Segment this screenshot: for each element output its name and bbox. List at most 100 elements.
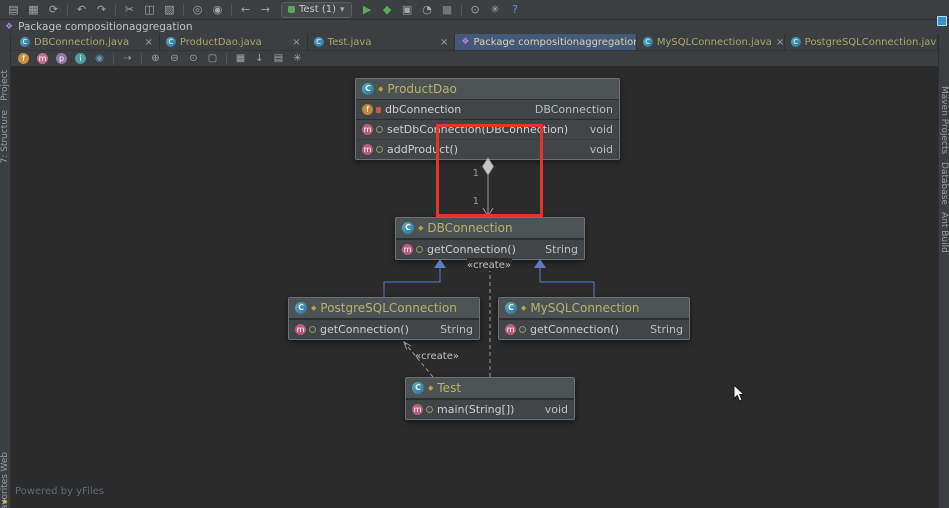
- dependencies-icon[interactable]: ⇢: [119, 53, 136, 64]
- settings-icon[interactable]: ✳: [486, 2, 505, 18]
- tab-productdao-java[interactable]: C ProductDao.java ×: [160, 34, 308, 50]
- class-header[interactable]: C ◆ PostgreSQLConnection: [289, 298, 479, 319]
- tab-mysqlconnection-java[interactable]: C MySQLConnection.java ×: [637, 34, 785, 50]
- sidebar-item-project[interactable]: Project: [0, 70, 10, 101]
- tab-label: Package compositionaggregation: [473, 36, 637, 48]
- run-icon[interactable]: ▶: [358, 2, 377, 18]
- class-header[interactable]: C ◆ ProductDao: [356, 79, 619, 100]
- actual-size-icon[interactable]: ⊙: [185, 53, 202, 64]
- uml-class-postgresqlconnection[interactable]: C ◆ PostgreSQLConnection m getConnection…: [288, 297, 480, 340]
- class-header[interactable]: C ◆ DBConnection: [396, 218, 584, 239]
- member-type: void: [589, 143, 613, 156]
- class-header[interactable]: C ◆ MySQLConnection: [499, 298, 689, 319]
- show-methods-icon[interactable]: m: [37, 53, 48, 64]
- sidebar-item-web[interactable]: Web: [0, 452, 10, 472]
- sidebar-item-maven-projects[interactable]: Maven Projects: [939, 86, 949, 154]
- show-properties-icon[interactable]: p: [56, 53, 67, 64]
- class-name: MySQLConnection: [530, 301, 640, 315]
- right-tool-window-stripe: Maven Projects Database Ant Build: [938, 34, 949, 508]
- class-file-icon: C: [790, 37, 801, 47]
- method-row[interactable]: m getConnection() String: [396, 239, 584, 259]
- uml-class-test[interactable]: C ◆ Test m main(String[]) void: [405, 377, 575, 420]
- field-row[interactable]: f dbConnection DBConnection: [356, 100, 619, 119]
- public-badge-icon: [309, 326, 316, 333]
- forward-icon[interactable]: →: [256, 2, 275, 18]
- cut-icon[interactable]: ✂: [120, 2, 139, 18]
- panel-toggle-icon[interactable]: [937, 16, 947, 26]
- member-type: String: [545, 243, 578, 256]
- stop-icon[interactable]: ■: [438, 2, 457, 18]
- tab-postgresqlconnection-java[interactable]: C PostgreSQLConnection.java ×: [785, 34, 939, 50]
- run-configuration-select[interactable]: Test (1) ▾: [281, 1, 352, 18]
- debug-icon[interactable]: ◆: [378, 2, 397, 18]
- method-row[interactable]: m getConnection() String: [499, 319, 689, 339]
- member-name: getConnection(): [320, 323, 409, 336]
- method-icon: m: [362, 124, 373, 135]
- replace-icon[interactable]: ◉: [208, 2, 227, 18]
- modifier-icon: ◆: [418, 224, 424, 232]
- sidebar-item-database[interactable]: Database: [939, 162, 949, 205]
- method-icon: m: [402, 244, 413, 255]
- member-name: getConnection(): [530, 323, 619, 336]
- undo-icon[interactable]: ↶: [72, 2, 91, 18]
- copy-icon[interactable]: ◫: [140, 2, 159, 18]
- toolbar-separator: [226, 52, 227, 65]
- editor-tab-bar: C DBConnection.java × C ProductDao.java …: [11, 34, 939, 51]
- show-inner-classes-icon[interactable]: i: [75, 53, 86, 64]
- tab-dbconnection-java[interactable]: C DBConnection.java ×: [14, 34, 160, 50]
- tab-label: DBConnection.java: [34, 36, 130, 48]
- member-type: String: [650, 323, 683, 336]
- help-icon[interactable]: ?: [506, 2, 525, 18]
- class-name: PostgreSQLConnection: [320, 301, 457, 315]
- zoom-out-icon[interactable]: ⊖: [166, 53, 183, 64]
- find-icon[interactable]: ◎: [188, 2, 207, 18]
- uml-class-dbconnection[interactable]: C ◆ DBConnection m getConnection() Strin…: [395, 217, 585, 260]
- tab-test-java[interactable]: C Test.java ×: [308, 34, 456, 50]
- class-header[interactable]: C ◆ Test: [406, 378, 574, 399]
- member-type: String: [440, 323, 473, 336]
- close-icon[interactable]: ×: [292, 37, 300, 48]
- sidebar-item-structure[interactable]: 7: Structure: [0, 110, 10, 164]
- close-icon[interactable]: ×: [776, 37, 784, 48]
- paste-icon[interactable]: ▧: [160, 2, 179, 18]
- public-badge-icon: [416, 246, 423, 253]
- tab-label: MySQLConnection.java: [656, 36, 772, 48]
- coverage-icon[interactable]: ▣: [398, 2, 417, 18]
- diagram-settings-icon[interactable]: ✳: [289, 53, 306, 64]
- close-icon[interactable]: ×: [145, 37, 153, 48]
- search-everywhere-icon[interactable]: ⊙: [466, 2, 485, 18]
- class-icon: C: [402, 222, 414, 234]
- visibility-level-icon[interactable]: ◉: [91, 53, 108, 64]
- method-row[interactable]: m main(String[]) void: [406, 399, 574, 419]
- export-image-icon[interactable]: ↓: [251, 53, 268, 64]
- redo-icon[interactable]: ↷: [92, 2, 111, 18]
- close-icon[interactable]: ×: [440, 37, 448, 48]
- toolbar-separator: [113, 52, 114, 65]
- breadcrumb[interactable]: Package compositionaggregation: [18, 21, 192, 33]
- profiler-icon[interactable]: ◔: [418, 2, 437, 18]
- zoom-in-icon[interactable]: ⊕: [147, 53, 164, 64]
- method-row[interactable]: m getConnection() String: [289, 319, 479, 339]
- member-name: getConnection(): [427, 243, 516, 256]
- private-lock-icon: [376, 106, 381, 113]
- sync-icon[interactable]: ⟳: [44, 2, 63, 18]
- navigation-bar: ❖ Package compositionaggregation: [0, 20, 949, 34]
- tab-label: PostgreSQLConnection.java: [804, 36, 939, 48]
- class-icon: C: [505, 302, 517, 314]
- tab-package-diagram[interactable]: ❖ Package compositionaggregation ×: [455, 34, 637, 50]
- star-icon: ★: [1, 497, 9, 506]
- package-diagram-icon: ❖: [5, 22, 14, 32]
- save-all-icon[interactable]: ▦: [24, 2, 43, 18]
- show-fields-icon[interactable]: f: [18, 53, 29, 64]
- member-name: main(String[]): [437, 403, 515, 416]
- open-icon[interactable]: ▤: [4, 2, 23, 18]
- fit-content-icon[interactable]: ▢: [204, 53, 221, 64]
- diagram-toolbar: f m p i ◉ ⇢ ⊕ ⊖ ⊙ ▢ ▦ ↓ ▤ ✳: [11, 51, 938, 67]
- uml-class-mysqlconnection[interactable]: C ◆ MySQLConnection m getConnection() St…: [498, 297, 690, 340]
- back-icon[interactable]: ←: [236, 2, 255, 18]
- grid-icon[interactable]: ▦: [232, 53, 249, 64]
- sidebar-item-ant-build[interactable]: Ant Build: [939, 212, 949, 253]
- print-icon[interactable]: ▤: [270, 53, 287, 64]
- public-badge-icon: [519, 326, 526, 333]
- toolbar-separator: [141, 52, 142, 65]
